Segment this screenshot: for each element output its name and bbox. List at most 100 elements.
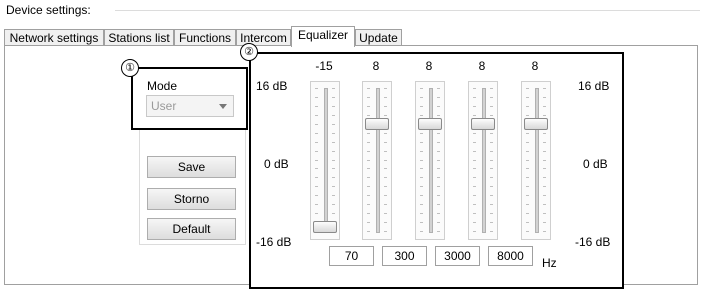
slider-tick xyxy=(315,106,318,107)
slider-tick xyxy=(437,88,440,89)
tab-stations-list[interactable]: Stations list xyxy=(104,29,174,46)
slider-tick xyxy=(420,142,423,143)
eq-slider-5[interactable] xyxy=(521,81,551,240)
slider-tick xyxy=(420,195,423,196)
slider-tick xyxy=(526,213,529,214)
slider-tick xyxy=(367,213,370,214)
slider-tick xyxy=(332,115,335,116)
slider-tick xyxy=(384,97,387,98)
slider-tick xyxy=(543,133,546,134)
default-button[interactable]: Default xyxy=(147,218,236,240)
slider-tick xyxy=(315,213,318,214)
slider-tick xyxy=(437,160,440,161)
storno-button[interactable]: Storno xyxy=(147,188,236,210)
slider-tick xyxy=(384,160,387,161)
slider-tick xyxy=(490,213,493,214)
slider-tick xyxy=(315,186,318,187)
slider-tick xyxy=(543,151,546,152)
freq-field-4[interactable]: 8000 xyxy=(488,246,533,266)
eq-slider-2[interactable] xyxy=(362,81,392,240)
slider-tick xyxy=(420,177,423,178)
freq-field-1[interactable]: 70 xyxy=(329,246,374,266)
slider-thumb[interactable] xyxy=(365,118,389,130)
eq-slider-3[interactable] xyxy=(415,81,445,240)
tab-functions[interactable]: Functions xyxy=(174,29,236,46)
slider-tick xyxy=(437,177,440,178)
slider-tick xyxy=(332,97,335,98)
slider-tick xyxy=(543,88,546,89)
slider-tick xyxy=(384,106,387,107)
slider-tick xyxy=(490,195,493,196)
slider-tick xyxy=(490,160,493,161)
slider-tick xyxy=(384,186,387,187)
slider-thumb[interactable] xyxy=(471,118,495,130)
slider-tick xyxy=(473,231,476,232)
slider-tick xyxy=(384,213,387,214)
slider-tick xyxy=(332,88,335,89)
slider-tick xyxy=(490,222,493,223)
slider-tick xyxy=(437,151,440,152)
slider-tick xyxy=(543,97,546,98)
slider-thumb[interactable] xyxy=(524,118,548,130)
slider-groove xyxy=(482,88,486,233)
slider-tick xyxy=(543,168,546,169)
slider-tick xyxy=(367,160,370,161)
slider-tick xyxy=(526,177,529,178)
band-value-1: -15 xyxy=(315,59,333,73)
eq-slider-1[interactable] xyxy=(310,81,340,240)
slider-tick xyxy=(332,133,335,134)
slider-tick xyxy=(490,142,493,143)
slider-tick xyxy=(437,204,440,205)
slider-tick xyxy=(543,204,546,205)
slider-tick xyxy=(315,151,318,152)
slider-tick xyxy=(384,222,387,223)
slider-tick xyxy=(526,106,529,107)
slider-tick xyxy=(315,204,318,205)
tab-equalizer[interactable]: Equalizer xyxy=(291,26,355,47)
slider-tick xyxy=(315,115,318,116)
slider-tick xyxy=(367,204,370,205)
db-mid-left: 0 dB xyxy=(264,157,289,171)
slider-tick xyxy=(490,177,493,178)
slider-tick xyxy=(420,168,423,169)
slider-tick xyxy=(490,186,493,187)
slider-thumb[interactable] xyxy=(418,118,442,130)
slider-tick xyxy=(332,195,335,196)
eq-slider-4[interactable] xyxy=(468,81,498,240)
slider-tick xyxy=(332,177,335,178)
slider-tick xyxy=(437,168,440,169)
save-button[interactable]: Save xyxy=(147,156,236,178)
slider-tick xyxy=(490,204,493,205)
slider-tick xyxy=(473,133,476,134)
tab-network-settings[interactable]: Network settings xyxy=(4,29,104,46)
slider-tick xyxy=(473,195,476,196)
slider-tick xyxy=(473,186,476,187)
slider-tick xyxy=(420,186,423,187)
slider-tick xyxy=(367,106,370,107)
freq-field-3[interactable]: 3000 xyxy=(435,246,480,266)
slider-tick xyxy=(384,204,387,205)
slider-tick xyxy=(526,88,529,89)
freq-field-2[interactable]: 300 xyxy=(382,246,427,266)
slider-groove xyxy=(429,88,433,233)
slider-tick xyxy=(384,115,387,116)
slider-tick xyxy=(315,133,318,134)
slider-tick xyxy=(315,88,318,89)
mode-select[interactable]: User xyxy=(146,95,234,117)
slider-tick xyxy=(332,186,335,187)
tab-update[interactable]: Update xyxy=(355,29,402,46)
slider-tick xyxy=(384,168,387,169)
slider-tick xyxy=(315,168,318,169)
slider-thumb[interactable] xyxy=(313,221,337,233)
slider-tick xyxy=(473,115,476,116)
slider-tick xyxy=(473,177,476,178)
slider-tick xyxy=(420,160,423,161)
slider-tick xyxy=(437,133,440,134)
slider-tick xyxy=(490,151,493,152)
slider-tick xyxy=(332,124,335,125)
slider-tick xyxy=(384,142,387,143)
mode-label: Mode xyxy=(147,79,178,93)
band-value-2: 8 xyxy=(372,59,380,73)
slider-tick xyxy=(420,222,423,223)
slider-tick xyxy=(473,142,476,143)
